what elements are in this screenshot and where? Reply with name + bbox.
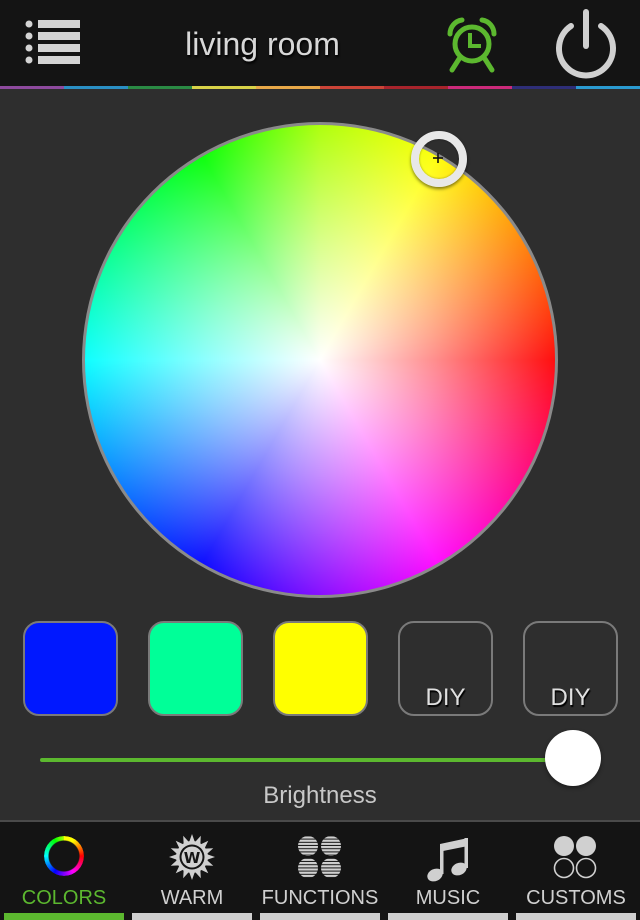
rainbow-segment <box>256 86 320 89</box>
color-swatch-2[interactable] <box>148 621 243 716</box>
tab-customs[interactable]: CUSTOMS <box>512 822 640 920</box>
rainbow-segment <box>192 86 256 89</box>
customs-circles-icon <box>553 836 597 879</box>
diy-swatch-1[interactable]: DIY <box>398 621 493 716</box>
rainbow-segment <box>512 86 576 89</box>
color-wheel[interactable] <box>82 122 558 598</box>
power-icon <box>556 9 616 79</box>
room-title: living room <box>185 26 340 62</box>
brightness-slider-thumb[interactable] <box>545 730 601 786</box>
svg-text:W: W <box>184 849 201 867</box>
rainbow-segment <box>64 86 128 89</box>
tab-label: CUSTOMS <box>526 887 626 909</box>
tab-indicator <box>132 913 252 920</box>
swatch-label: DIY <box>550 684 591 711</box>
color-ring-icon <box>44 836 84 876</box>
diy-swatch-2[interactable]: DIY <box>523 621 618 716</box>
header-bar: living room <box>0 0 640 86</box>
tab-indicator <box>388 913 508 920</box>
tab-warm[interactable]: W WARM <box>128 822 256 920</box>
crosshair-icon <box>433 153 443 163</box>
rainbow-segment <box>384 86 448 89</box>
power-button[interactable] <box>550 6 622 80</box>
alarm-button[interactable] <box>440 12 504 74</box>
color-wheel-gradient[interactable] <box>85 125 555 595</box>
swatch-label: DIY <box>425 684 466 711</box>
tab-functions[interactable]: FUNCTIONS <box>256 822 384 920</box>
tab-label: WARM <box>160 887 224 909</box>
tab-colors[interactable]: COLORS <box>0 822 128 920</box>
tab-label: FUNCTIONS <box>261 887 379 909</box>
tab-music[interactable]: MUSIC <box>384 822 512 920</box>
tab-label: COLORS <box>21 887 107 909</box>
rainbow-divider <box>0 86 640 89</box>
rainbow-segment <box>0 86 64 89</box>
alarm-clock-icon <box>447 17 497 73</box>
tab-indicator <box>516 913 636 920</box>
color-swatch-1[interactable] <box>23 621 118 716</box>
tab-label: MUSIC <box>415 887 481 909</box>
rainbow-segment <box>448 86 512 89</box>
color-swatch-3[interactable] <box>273 621 368 716</box>
tab-indicator <box>260 913 380 920</box>
list-menu-icon <box>25 20 80 64</box>
rainbow-segment <box>128 86 192 89</box>
menu-button[interactable] <box>22 16 86 68</box>
rainbow-segment <box>576 86 640 89</box>
tab-bar: COLORS W WARM FUNCTIONS MUSIC CUSTOMS <box>0 820 640 920</box>
music-note-icon <box>427 838 468 882</box>
tab-indicator <box>4 913 124 920</box>
rainbow-segment <box>320 86 384 89</box>
brightness-slider-track[interactable] <box>40 758 560 762</box>
functions-grid-icon <box>298 836 341 878</box>
brightness-label: Brightness <box>263 782 377 809</box>
warm-sun-icon: W <box>169 834 215 880</box>
